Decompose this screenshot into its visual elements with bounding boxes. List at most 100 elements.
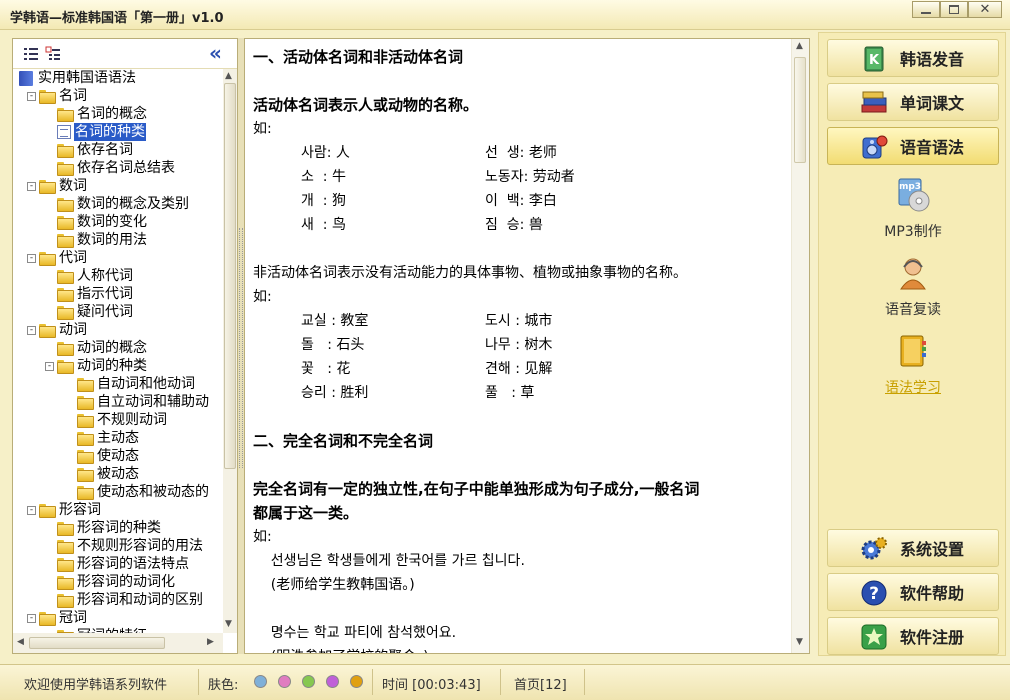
tree-node-label: 动词 (59, 322, 87, 338)
content-vertical-scrollbar[interactable]: ▲ ▼ (791, 39, 809, 653)
maximize-button[interactable] (940, 1, 968, 18)
content-scroll-down-icon[interactable]: ▼ (796, 637, 803, 647)
audio-repeat-feature[interactable]: 语音复读 (827, 255, 999, 319)
content-scroll-up-icon[interactable]: ▲ (796, 41, 803, 51)
tree-expander-icon[interactable]: - (27, 325, 36, 335)
skin-swatch[interactable] (350, 675, 363, 688)
skin-swatch[interactable] (254, 675, 267, 688)
tree-expander-icon[interactable]: - (27, 181, 36, 191)
tree-toolbar: « (13, 39, 237, 69)
skin-swatch[interactable] (326, 675, 339, 688)
skin-swatch[interactable] (302, 675, 315, 688)
tree-node[interactable]: - 形容词 (27, 501, 102, 519)
tree-node[interactable]: 人称代词 (57, 267, 134, 285)
hide-panel-icon[interactable]: « (209, 43, 222, 63)
scroll-right-arrow-icon[interactable]: ▶ (207, 637, 214, 647)
tree-node[interactable]: 数词的用法 (57, 231, 148, 249)
mp3-creation-feature[interactable]: mp3 MP3制作 (827, 177, 999, 241)
tree-node[interactable]: 使动态 (77, 447, 140, 465)
tree-node[interactable]: - 冠词 (27, 609, 88, 627)
tree-node[interactable]: 动词的概念 (57, 339, 148, 357)
scroll-left-arrow-icon[interactable]: ◀ (17, 637, 24, 647)
tree-node-label: 数词的概念及类别 (77, 196, 189, 212)
title-bar: 学韩语—标准韩国语「第一册」v1.0 ✕ (0, 0, 1010, 30)
folder-icon (39, 612, 56, 626)
vocabulary-text-button[interactable]: 单词课文 (827, 83, 999, 121)
tree-expander-icon[interactable]: - (27, 613, 36, 623)
tree-node[interactable]: 不规则动词 (77, 411, 168, 429)
example-pair: 새 : 鸟 (301, 217, 346, 233)
lesson-text: 一、活动体名词和非活动体名词 活动体名词表示人或动物的名称。 如: 非活动体名词表示没… (253, 39, 783, 653)
tree-node[interactable]: 依存名词 (57, 141, 134, 159)
folder-icon (77, 486, 94, 500)
scroll-down-arrow-icon[interactable]: ▼ (225, 619, 232, 629)
tree-node[interactable]: 依存名词总结表 (57, 159, 176, 177)
tree-vertical-scrollbar[interactable]: ▲ ▼ (223, 69, 237, 633)
tree-node-label: 使动态 (97, 448, 139, 464)
tree-horizontal-scrollbar[interactable]: ◀ ▶ (13, 633, 223, 653)
tree-node[interactable]: 形容词的语法特点 (57, 555, 190, 573)
tree-node[interactable]: 主动态 (77, 429, 140, 447)
tree-node[interactable]: 自动词和他动词 (77, 375, 196, 393)
grammar-tree: 实用韩国语语法 - 名词 名词的概念 名词的种类 依存名词 依存名词总结表 - 数词 数词的概念及… (13, 69, 223, 633)
help-question-icon: ? (861, 580, 887, 606)
svg-text:K: K (869, 53, 880, 68)
tree-node[interactable]: 名词的种类 (57, 123, 146, 141)
horizontal-scroll-thumb[interactable] (29, 637, 165, 649)
tree-expander-icon[interactable]: - (27, 91, 36, 101)
korean-pronunciation-label: 韩语发音 (900, 50, 965, 69)
lesson-line: 如: (253, 289, 272, 305)
tree-expander-icon[interactable]: - (27, 505, 36, 515)
tree-node[interactable]: 形容词和动词的区别 (57, 591, 204, 609)
svg-text:mp3: mp3 (899, 182, 921, 192)
tree-node[interactable]: - 数词 (27, 177, 88, 195)
software-register-button[interactable]: 软件注册 (827, 617, 999, 655)
folder-icon (39, 180, 56, 194)
folder-icon (77, 450, 94, 464)
system-settings-button[interactable]: 系统设置 (827, 529, 999, 567)
folder-icon (57, 144, 74, 158)
tree-expander-icon[interactable]: - (27, 253, 36, 263)
status-divider (198, 669, 199, 695)
minimize-button[interactable] (912, 1, 940, 18)
scroll-thumb[interactable] (224, 83, 236, 469)
collapse-all-icon[interactable] (45, 46, 61, 62)
tree-node[interactable]: 数词的概念及类别 (57, 195, 190, 213)
tree-node[interactable]: 名词的概念 (57, 105, 148, 123)
tree-node[interactable]: - 动词 (27, 321, 88, 339)
status-divider (584, 669, 585, 695)
content-scroll-thumb[interactable] (794, 57, 806, 163)
tree-node[interactable]: 形容词的种类 (57, 519, 162, 537)
example-pair: 소 : 牛 (301, 169, 346, 185)
tree-node[interactable]: 自立动词和辅助动 (77, 393, 210, 411)
tree-node[interactable]: 使动态和被动态的 (77, 483, 210, 501)
example-pair: 도시 : 城市 (485, 313, 553, 329)
tree-node[interactable]: - 代词 (27, 249, 88, 267)
tree-node-label: 不规则动词 (97, 412, 167, 428)
tree-node-label: 代词 (59, 250, 87, 266)
tree-node[interactable]: - 动词的种类 (45, 357, 148, 375)
minimize-icon (921, 11, 931, 14)
phonetic-grammar-button[interactable]: 语音语法 (827, 127, 999, 165)
tree-node[interactable]: 疑问代词 (57, 303, 134, 321)
tree-expander-icon[interactable]: - (45, 361, 54, 371)
tree-node[interactable]: - 名词 (27, 87, 88, 105)
scroll-up-arrow-icon[interactable]: ▲ (225, 71, 232, 81)
tree-node[interactable]: 被动态 (77, 465, 140, 483)
close-button[interactable]: ✕ (968, 1, 1002, 18)
tree-node[interactable]: 实用韩国语语法 (19, 69, 137, 87)
korean-pronunciation-button[interactable]: K 韩语发音 (827, 39, 999, 77)
tree-node[interactable]: 形容词的动词化 (57, 573, 176, 591)
tree-node[interactable]: 指示代词 (57, 285, 134, 303)
tree-node-label: 名词的种类 (74, 123, 146, 141)
svg-text:?: ? (869, 584, 879, 604)
example-pair: 견해 : 见解 (485, 361, 553, 377)
software-help-button[interactable]: ? 软件帮助 (827, 573, 999, 611)
expand-all-icon[interactable] (23, 46, 39, 62)
tree-node[interactable]: 不规则形容词的用法 (57, 537, 204, 555)
tree-node-label: 名词的概念 (77, 106, 147, 122)
window-title: 学韩语—标准韩国语「第一册」v1.0 (10, 11, 224, 26)
grammar-study-feature[interactable]: 语法学习 (827, 333, 999, 397)
tree-node[interactable]: 数词的变化 (57, 213, 148, 231)
skin-swatch[interactable] (278, 675, 291, 688)
